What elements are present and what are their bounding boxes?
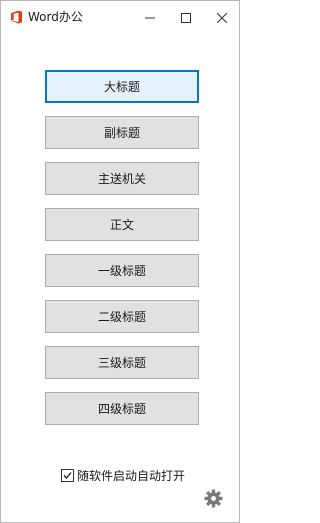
close-button[interactable] <box>204 1 239 34</box>
heading-3-style-button[interactable]: 三级标题 <box>45 346 199 379</box>
close-icon <box>217 12 227 23</box>
title-style-button[interactable]: 大标题 <box>45 70 199 103</box>
maximize-button[interactable] <box>168 1 204 34</box>
window-title: Word办公 <box>28 10 83 24</box>
app-window: Word办公 大标题 副标题 主送机关 正文 一级标题 二级标题 三级标题 四级… <box>0 0 240 523</box>
gear-icon[interactable] <box>204 489 223 508</box>
recipient-style-button[interactable]: 主送机关 <box>45 162 199 195</box>
minimize-button[interactable] <box>132 1 168 34</box>
heading-2-style-button[interactable]: 二级标题 <box>45 300 199 333</box>
autostart-checkbox[interactable] <box>61 469 74 482</box>
subtitle-style-button[interactable]: 副标题 <box>45 116 199 149</box>
office-logo-icon <box>11 10 22 24</box>
heading-4-style-button[interactable]: 四级标题 <box>45 392 199 425</box>
minimize-icon <box>145 17 155 18</box>
checkmark-icon <box>63 472 72 479</box>
title-bar[interactable]: Word办公 <box>1 1 239 34</box>
autostart-label: 随软件启动自动打开 <box>77 469 186 483</box>
body-text-style-button[interactable]: 正文 <box>45 208 199 241</box>
heading-1-style-button[interactable]: 一级标题 <box>45 254 199 287</box>
maximize-icon <box>181 12 191 23</box>
autostart-option[interactable]: 随软件启动自动打开 <box>61 467 185 484</box>
